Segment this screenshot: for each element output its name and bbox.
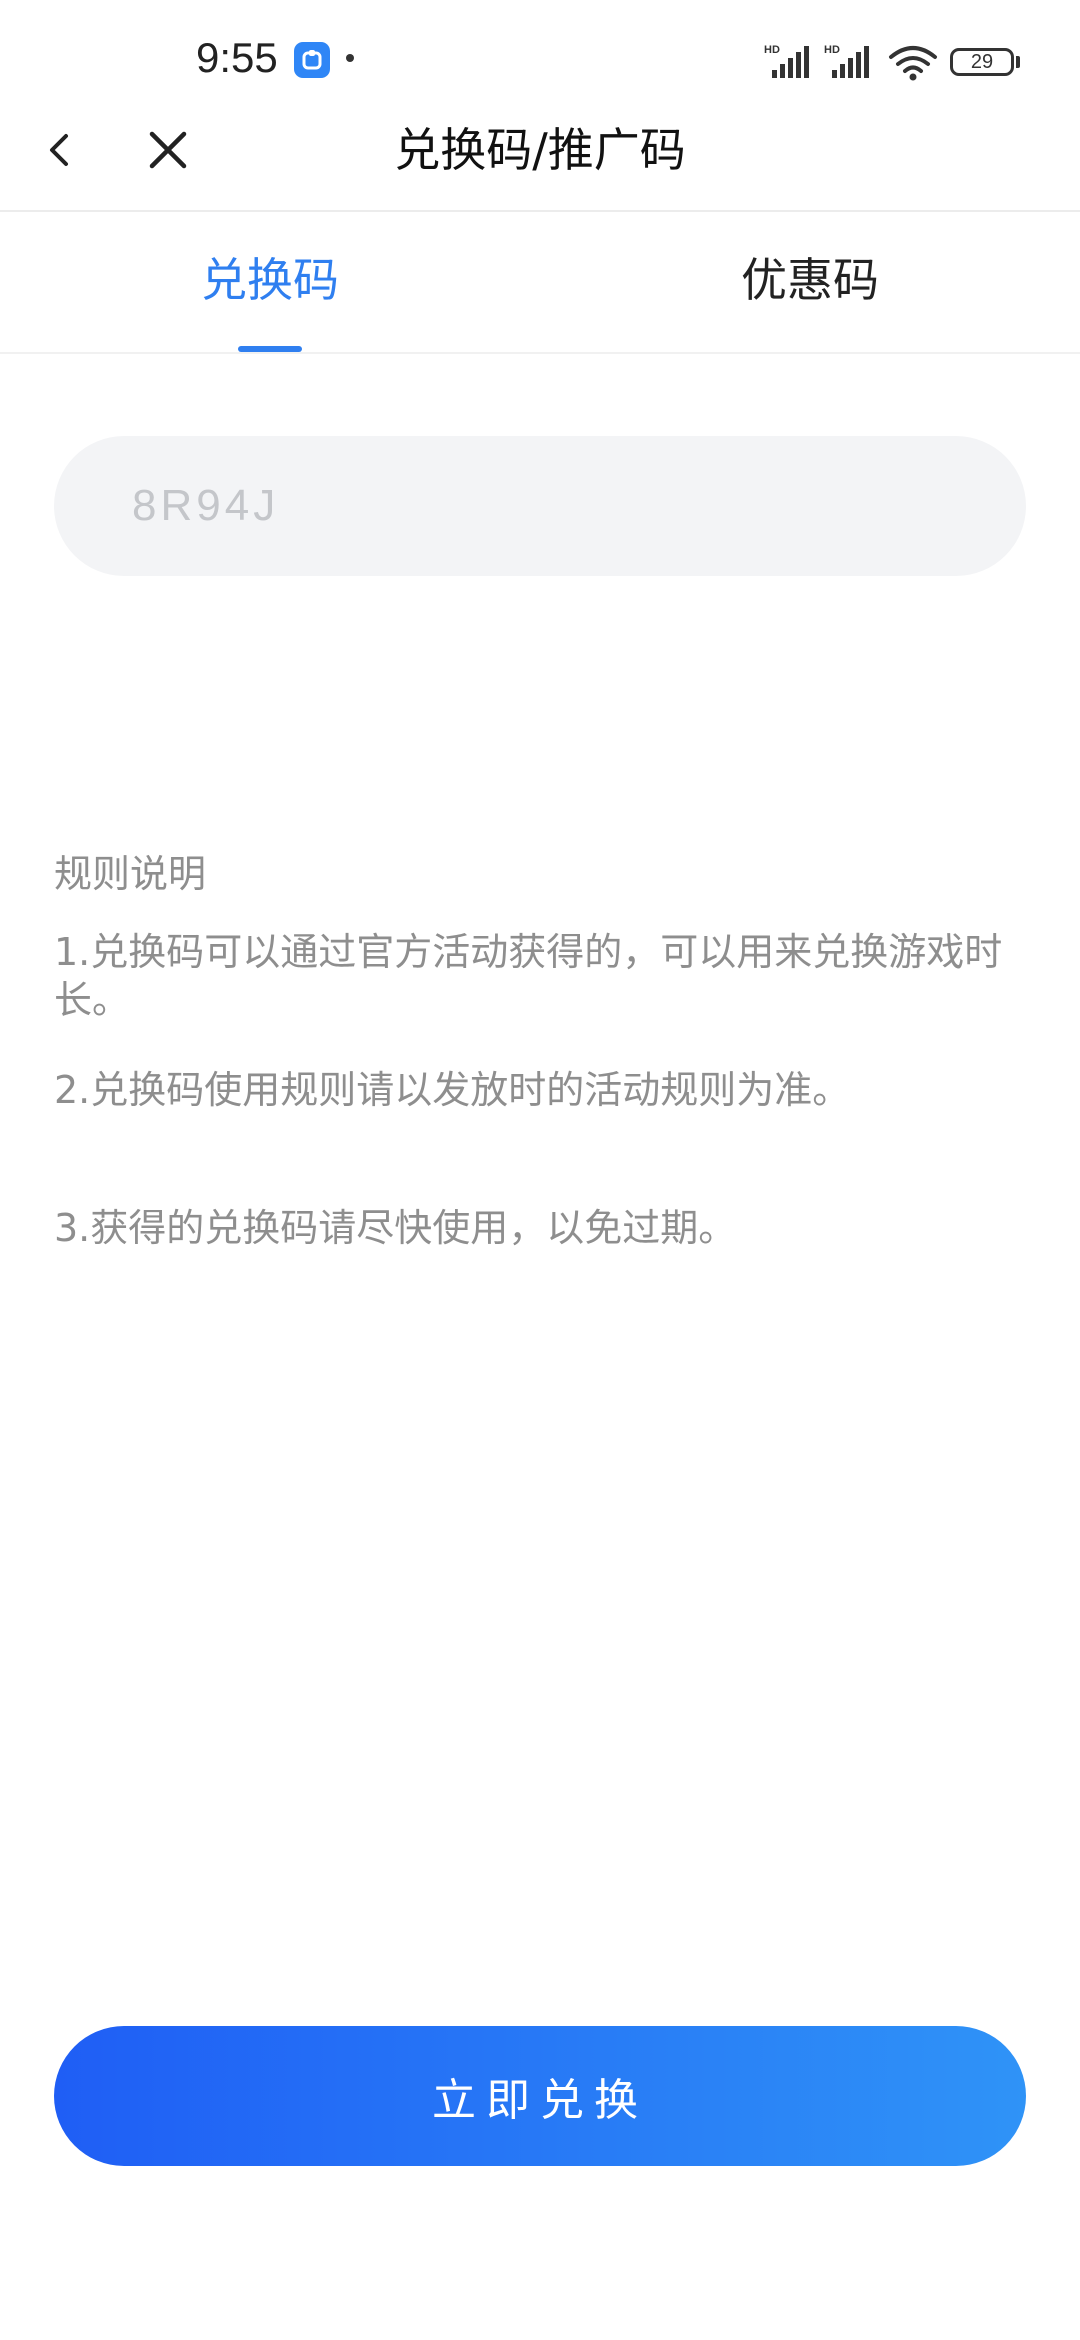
- signal-2-icon: HD: [824, 42, 876, 82]
- rules-section: 规则说明 1.兑换码可以通过官方活动获得的，可以用来兑换游戏时长。 2.兑换码使…: [54, 846, 1014, 1250]
- battery-tip: [1016, 56, 1020, 68]
- svg-text:HD: HD: [824, 44, 840, 56]
- svg-text:HD: HD: [764, 44, 780, 56]
- tab-coupon-code[interactable]: 优惠码: [540, 212, 1080, 352]
- rule-item: 3.获得的兑换码请尽快使用，以免过期。: [54, 1206, 737, 1250]
- rules-title: 规则说明: [54, 852, 207, 896]
- status-bar: 9:55 HD HD 29: [0, 0, 1080, 120]
- rule-item: 1.兑换码可以通过官方活动获得的，可以用来兑换游戏时长。: [54, 930, 1003, 1022]
- redeem-code-input[interactable]: [54, 436, 1026, 576]
- tab-redeem-code[interactable]: 兑换码: [0, 212, 540, 352]
- close-button[interactable]: [138, 120, 198, 180]
- rule-item: 2.兑换码使用规则请以发放时的活动规则为准。: [54, 1068, 851, 1112]
- battery-indicator: 29: [950, 48, 1014, 76]
- status-time: 9:55: [196, 34, 278, 81]
- tab-bar: 兑换码 优惠码: [0, 212, 1080, 352]
- notification-dot: [346, 54, 354, 62]
- close-icon: [149, 131, 187, 169]
- tabs-divider: [0, 352, 1080, 354]
- back-button[interactable]: [30, 120, 90, 180]
- chevron-left-icon: [50, 134, 68, 166]
- app-notification-icon: [294, 42, 330, 78]
- wifi-icon: [888, 44, 938, 82]
- title-bar: 兑换码/推广码: [0, 120, 1080, 210]
- signal-1-icon: HD: [764, 42, 816, 82]
- redeem-now-button[interactable]: 立即兑换: [54, 2026, 1026, 2166]
